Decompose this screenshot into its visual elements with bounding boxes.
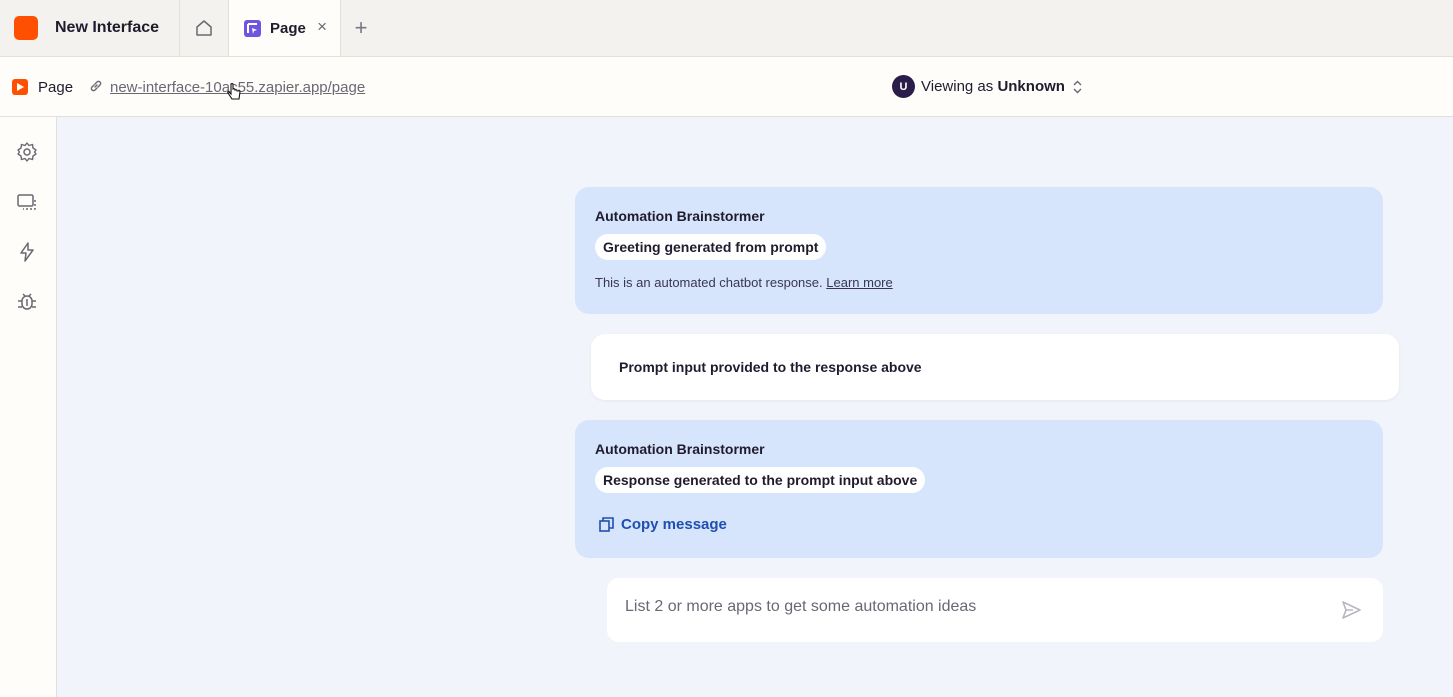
page-icon <box>12 79 28 95</box>
page-label: Page <box>38 79 74 96</box>
learn-more-link[interactable]: Learn more <box>826 275 892 290</box>
add-tab-button[interactable]: + <box>341 0 381 56</box>
app-header: New Interface <box>0 0 180 56</box>
link-icon <box>90 80 102 92</box>
hand-cursor-icon <box>227 83 241 100</box>
close-tab-icon[interactable]: × <box>317 18 327 35</box>
viewing-as-selector[interactable]: U Viewing as Unknown <box>892 75 1082 98</box>
bug-icon[interactable] <box>16 291 38 313</box>
copy-message-button[interactable]: Copy message <box>599 516 727 533</box>
user-message: Prompt input provided to the response ab… <box>591 334 1399 400</box>
layout-icon[interactable] <box>16 191 38 213</box>
home-tab[interactable] <box>180 0 229 56</box>
viewing-as-user: Unknown <box>997 78 1065 95</box>
viewing-as-prefix: Viewing as <box>921 78 998 95</box>
chat-input-box <box>607 578 1383 642</box>
tab-page-label: Page <box>270 19 306 37</box>
user-message-text: Prompt input provided to the response ab… <box>619 359 922 375</box>
send-icon[interactable] <box>1341 600 1361 620</box>
chat-input[interactable] <box>625 598 1325 616</box>
copy-icon <box>599 517 614 532</box>
page-tab-icon <box>244 19 261 37</box>
bot-author-name: Automation Brainstormer <box>595 208 765 224</box>
disclaimer-text: This is an automated chatbot response. <box>595 275 827 290</box>
bot-message: Automation Brainstormer Response generat… <box>575 420 1383 558</box>
message-pill: Greeting generated from prompt <box>595 234 827 260</box>
bot-author-name: Automation Brainstormer <box>595 441 765 457</box>
sidebar <box>0 117 57 697</box>
lightning-icon[interactable] <box>16 241 38 263</box>
chevron-updown-icon <box>1073 80 1082 93</box>
message-pill: Response generated to the prompt input a… <box>595 467 926 493</box>
gear-icon[interactable] <box>16 141 38 163</box>
disclaimer-note: This is an automated chatbot response. L… <box>595 275 893 290</box>
tab-bar: New Interface Page × + <box>0 0 1453 57</box>
copy-message-label: Copy message <box>621 516 727 533</box>
page-toolbar: Page new-interface-10ac55.zapier.app/pag… <box>0 57 1453 117</box>
app-logo-icon <box>14 16 38 40</box>
app-title: New Interface <box>55 19 160 36</box>
bot-message: Automation Brainstormer Greeting generat… <box>575 187 1383 314</box>
home-icon <box>196 20 212 36</box>
tab-page[interactable]: Page × <box>229 0 341 56</box>
avatar: U <box>892 75 915 98</box>
viewing-as-text: Viewing as Unknown <box>921 78 1065 95</box>
